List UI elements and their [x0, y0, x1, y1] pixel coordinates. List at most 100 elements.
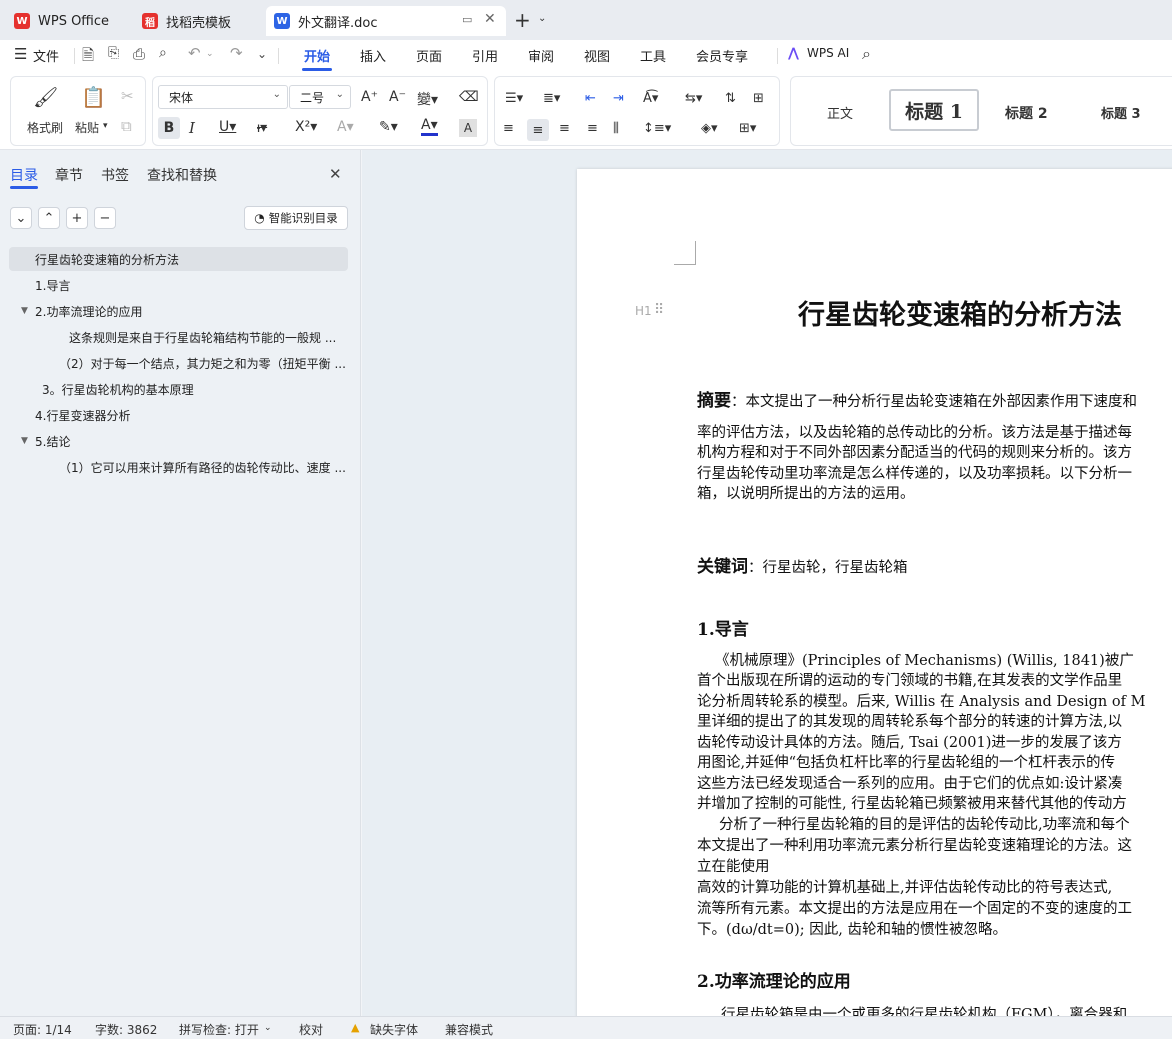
new-tab-icon[interactable]: + [514, 8, 531, 32]
style-heading-2[interactable]: 标题 2 [1005, 103, 1048, 123]
align-right-icon[interactable]: ≡ [559, 121, 570, 136]
nav-tab-toc[interactable]: 目录 [10, 165, 38, 185]
strikethrough-icon[interactable]: ᵼ▾ [257, 119, 267, 136]
toc-item[interactable]: 3。行星齿轮机构的基本原理 [9, 377, 194, 401]
tab-list-chevron-icon[interactable]: ⌄ [538, 13, 546, 24]
text-effects-icon[interactable]: A▾ [337, 119, 354, 135]
superscript-icon[interactable]: X²▾ [295, 119, 317, 135]
format-painter-icon[interactable]: 🖌 [33, 85, 58, 109]
word-count[interactable]: 字数: 3862 [95, 1021, 157, 1038]
cut-icon[interactable]: ✂ [121, 87, 134, 105]
undo-chevron-icon[interactable]: ⌄ [206, 49, 214, 59]
align-center-icon[interactable]: ≡ [527, 119, 549, 141]
drag-handle-icon[interactable]: ⠿ [654, 302, 664, 318]
style-heading-3[interactable]: 标题 3 [1101, 103, 1141, 122]
bold-icon[interactable]: B [158, 117, 180, 139]
align-left-icon[interactable]: ≡ [503, 121, 514, 136]
nav-tab-sections[interactable]: 章节 [55, 165, 83, 185]
tab-page[interactable]: 页面 [416, 46, 442, 65]
tab-references[interactable]: 引用 [472, 46, 498, 65]
phonetic-guide-icon[interactable]: 變▾ [417, 89, 438, 109]
tab-member[interactable]: 会员专享 [696, 46, 748, 65]
nav-tab-bookmarks[interactable]: 书签 [101, 165, 129, 185]
document-canvas[interactable]: H1 ⠿ 行星齿轮变速箱的分析方法 摘要：本文提出了一种分析行星齿轮变速箱在外部… [362, 150, 1172, 1016]
font-size-select[interactable]: 二号 ⌄ [289, 85, 351, 109]
tab-wps-office[interactable]: W WPS Office [6, 6, 124, 36]
tab-docer[interactable]: 稻 找稻壳模板 [134, 6, 258, 36]
paste-chevron-icon[interactable]: ▾ [103, 121, 108, 131]
add-heading-icon[interactable]: + [66, 207, 88, 229]
justify-icon[interactable]: ≡ [587, 121, 598, 136]
borders-icon[interactable]: ⊞▾ [739, 121, 756, 136]
remove-heading-icon[interactable]: − [94, 207, 116, 229]
wps-ai-icon[interactable]: ⋀ [788, 46, 799, 61]
format-painter-button[interactable]: 格式刷 [27, 119, 63, 136]
distribute-icon[interactable]: ⫼ [613, 121, 619, 136]
copy-icon[interactable]: ⧉ [121, 117, 132, 135]
page-indicator[interactable]: 页面: 1/14 [13, 1021, 72, 1038]
expand-arrow-icon[interactable]: ▼ [21, 306, 35, 316]
tab-view[interactable]: 视图 [584, 46, 610, 65]
wps-ai-button[interactable]: WPS AI [807, 46, 849, 60]
export-pdf-icon[interactable]: ⎘ [108, 45, 119, 61]
increase-indent-icon[interactable]: ⇥ [613, 91, 624, 106]
file-menu[interactable]: 文件 [33, 46, 59, 65]
char-shading-icon[interactable]: A [459, 119, 477, 137]
redo-icon[interactable]: ↷ [230, 44, 243, 62]
nav-tab-find-replace[interactable]: 查找和替换 [147, 165, 217, 185]
toc-item[interactable]: （2）对于每一个结点，其力矩之和为零（扭矩平衡 ... [9, 351, 346, 375]
collapse-all-icon[interactable]: ⌄ [10, 207, 32, 229]
save-icon[interactable]: 🗎 [82, 45, 94, 70]
sort-icon[interactable]: ⇆▾ [685, 91, 702, 106]
chevron-down-icon[interactable]: ⌄ [264, 1023, 272, 1033]
highlight-icon[interactable]: ✎▾ [379, 119, 398, 135]
toc-item[interactable]: 这条规则是来自于行星齿轮箱结构节能的一般规 ... [9, 325, 336, 349]
missing-font-button[interactable]: 缺失字体 [370, 1021, 418, 1038]
toc-item[interactable]: 行星齿轮变速箱的分析方法 [9, 247, 348, 271]
tab-document[interactable]: W 外文翻译.doc ▭ ✕ [266, 6, 506, 36]
text-direction-icon[interactable]: A͡▾ [643, 91, 658, 106]
style-heading-1[interactable]: 标题 1 [889, 89, 979, 131]
numbered-list-icon[interactable]: ≣▾ [543, 91, 560, 106]
line-sort-icon[interactable]: ⇅ [725, 91, 736, 106]
decrease-indent-icon[interactable]: ⇤ [585, 91, 596, 106]
tab-home[interactable]: 开始 [304, 46, 330, 65]
expand-up-icon[interactable]: ⌃ [38, 207, 60, 229]
bullet-list-icon[interactable]: ☰▾ [505, 91, 523, 106]
toc-item[interactable]: ▼ 5.结论 [9, 429, 70, 453]
search-icon[interactable]: ⌕ [862, 44, 871, 64]
close-panel-icon[interactable]: ✕ [329, 165, 342, 183]
shading-icon[interactable]: ◈▾ [701, 121, 718, 136]
print-icon[interactable]: ⎙ [133, 45, 145, 63]
smart-toc-button[interactable]: ◔ 智能识别目录 [244, 206, 348, 230]
expand-arrow-icon[interactable]: ▼ [21, 436, 35, 446]
spell-check-toggle[interactable]: 拼写检查: 打开 [179, 1021, 259, 1038]
tab-tools[interactable]: 工具 [640, 46, 666, 65]
tab-insert[interactable]: 插入 [360, 46, 386, 65]
font-name-select[interactable]: 宋体 ⌄ [158, 85, 288, 109]
print-preview-icon[interactable]: ⌕ [159, 45, 167, 61]
toc-item[interactable]: （1）它可以用来计算所有路径的齿轮传动比、速度 ... [9, 455, 346, 479]
paste-button[interactable]: 粘贴 [75, 119, 99, 136]
clear-format-icon[interactable]: ⌫ [459, 89, 479, 105]
toc-item[interactable]: 4.行星变速器分析 [9, 403, 130, 427]
document-page[interactable]: H1 ⠿ 行星齿轮变速箱的分析方法 摘要：本文提出了一种分析行星齿轮变速箱在外部… [577, 169, 1172, 1016]
shrink-font-icon[interactable]: A⁻ [389, 89, 406, 105]
proofread-button[interactable]: 校对 [299, 1021, 323, 1038]
tab-review[interactable]: 审阅 [528, 46, 554, 65]
close-tab-icon[interactable]: ✕ [484, 11, 496, 27]
show-marks-icon[interactable]: ⊞ [753, 91, 764, 106]
window-mode-icon[interactable]: ▭ [462, 13, 472, 26]
undo-icon[interactable]: ↶ [188, 44, 201, 62]
toc-item[interactable]: 1.导言 [9, 273, 70, 297]
paste-icon[interactable]: 📋 [81, 85, 106, 109]
font-color-icon[interactable]: A▾ [421, 117, 438, 136]
grow-font-icon[interactable]: A⁺ [361, 89, 378, 105]
hamburger-icon[interactable]: ☰ [14, 45, 27, 63]
line-spacing-icon[interactable]: ↕≡▾ [643, 121, 671, 136]
more-chevron-icon[interactable]: ⌄ [257, 47, 267, 61]
toc-item[interactable]: ▼ 2.功率流理论的应用 [9, 299, 142, 323]
italic-icon[interactable]: I [189, 119, 195, 137]
style-normal[interactable]: 正文 [827, 103, 853, 122]
underline-icon[interactable]: U▾ [219, 119, 236, 135]
